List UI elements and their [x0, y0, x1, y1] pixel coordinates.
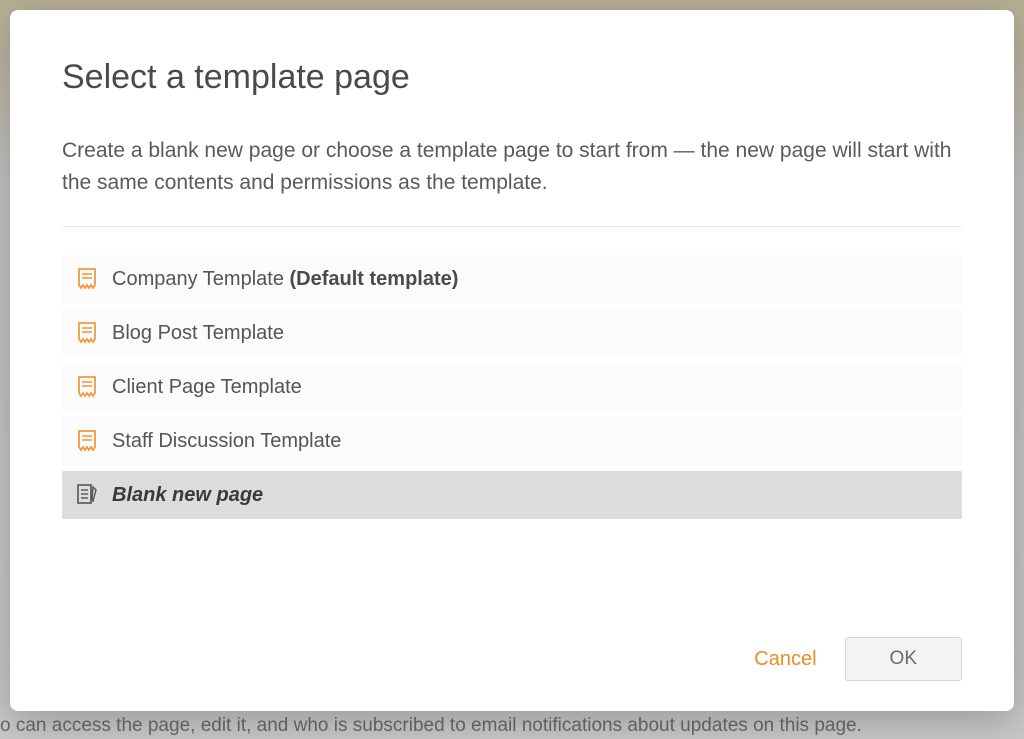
backdrop-fragment [0, 0, 10, 739]
modal-title: Select a template page [62, 58, 962, 97]
template-item-client-page[interactable]: Client Page Template [62, 363, 962, 411]
modal-description: Create a blank new page or choose a temp… [62, 135, 962, 198]
template-list: Company Template (Default template) Blog… [62, 255, 962, 519]
ok-button[interactable]: OK [845, 637, 962, 681]
modal-footer: Cancel OK [62, 637, 962, 681]
template-item-blank-page[interactable]: Blank new page [62, 471, 962, 519]
template-item-label: Blank new page [112, 484, 263, 507]
template-item-blog-post[interactable]: Blog Post Template [62, 309, 962, 357]
divider [62, 226, 962, 227]
template-item-label: Company Template (Default template) [112, 268, 458, 291]
template-icon [76, 321, 98, 345]
template-select-modal: Select a template page Create a blank ne… [10, 10, 1014, 711]
template-icon [76, 429, 98, 453]
cancel-button[interactable]: Cancel [754, 648, 816, 671]
template-item-label: Client Page Template [112, 376, 302, 399]
template-item-staff-discussion[interactable]: Staff Discussion Template [62, 417, 962, 465]
template-item-label: Staff Discussion Template [112, 430, 341, 453]
backdrop-text: o can access the page, edit it, and who … [0, 715, 1024, 737]
blank-page-icon [76, 483, 98, 507]
template-icon [76, 375, 98, 399]
template-icon [76, 267, 98, 291]
default-template-badge: (Default template) [290, 268, 459, 290]
template-item-company[interactable]: Company Template (Default template) [62, 255, 962, 303]
template-item-label: Blog Post Template [112, 322, 284, 345]
